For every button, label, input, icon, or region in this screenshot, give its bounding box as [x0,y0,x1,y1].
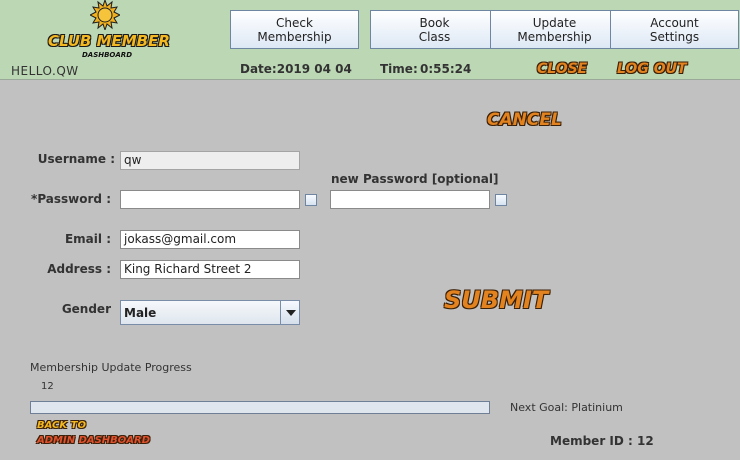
club-logo: CLUB MEMBER DASHBOARD [48,0,170,62]
address-field[interactable]: King Richard Street 2 [120,260,300,279]
book-class-label: Book Class [418,15,451,44]
date-text: Date:2019 04 04 [240,62,352,76]
gender-label: Gender [61,302,111,316]
progress-title: Membership Update Progress [30,361,192,374]
email-field[interactable]: jokass@gmail.com [120,230,300,249]
book-class-button[interactable]: Book Class [370,10,499,49]
logo-subtitle: DASHBOARD [81,51,133,59]
gender-select[interactable]: Male [120,300,300,325]
account-settings-label: Account Settings [649,15,700,44]
time-value: 0:55:24 [420,62,472,76]
update-membership-button[interactable]: Update Membership [490,10,619,49]
new-password-label: new Password [optional] [331,172,499,186]
membership-progress-bar [30,401,490,414]
account-settings-button[interactable]: Account Settings [610,10,739,49]
gender-selected-value: Male [124,306,157,320]
chevron-down-icon[interactable] [280,301,299,324]
sun-icon [90,0,120,30]
new-password-field[interactable] [330,190,490,209]
password-field[interactable] [120,190,300,209]
member-id-text: Member ID : 12 [550,434,654,448]
close-button[interactable]: CLOSE [537,61,587,77]
next-goal-text: Next Goal: Platinium [510,401,623,414]
password-label: *Password : [31,192,111,206]
check-membership-label: Check Membership [257,15,332,44]
show-password-checkbox[interactable] [305,194,317,206]
time-label: Time: [380,62,418,76]
progress-value: 12 [41,381,54,392]
greeting-text: HELLO.QW [11,64,79,78]
update-membership-label: Update Membership [517,15,592,44]
username-label: Username : [37,152,115,166]
email-label: Email : [64,232,111,246]
address-label: Address : [47,262,111,276]
back-to-admin-line2[interactable]: ADMIN DASHBOARD [37,435,150,446]
cancel-button[interactable]: CANCEL [487,110,562,130]
logout-button[interactable]: LOG OUT [617,61,687,77]
submit-button[interactable]: SUBMIT [444,286,548,314]
username-field: qw [120,151,300,170]
check-membership-button[interactable]: Check Membership [230,10,359,49]
show-new-password-checkbox[interactable] [495,194,507,206]
back-to-admin-line1[interactable]: BACK TO [37,420,86,431]
header-divider [0,79,740,80]
logo-title: CLUB MEMBER [48,32,170,50]
